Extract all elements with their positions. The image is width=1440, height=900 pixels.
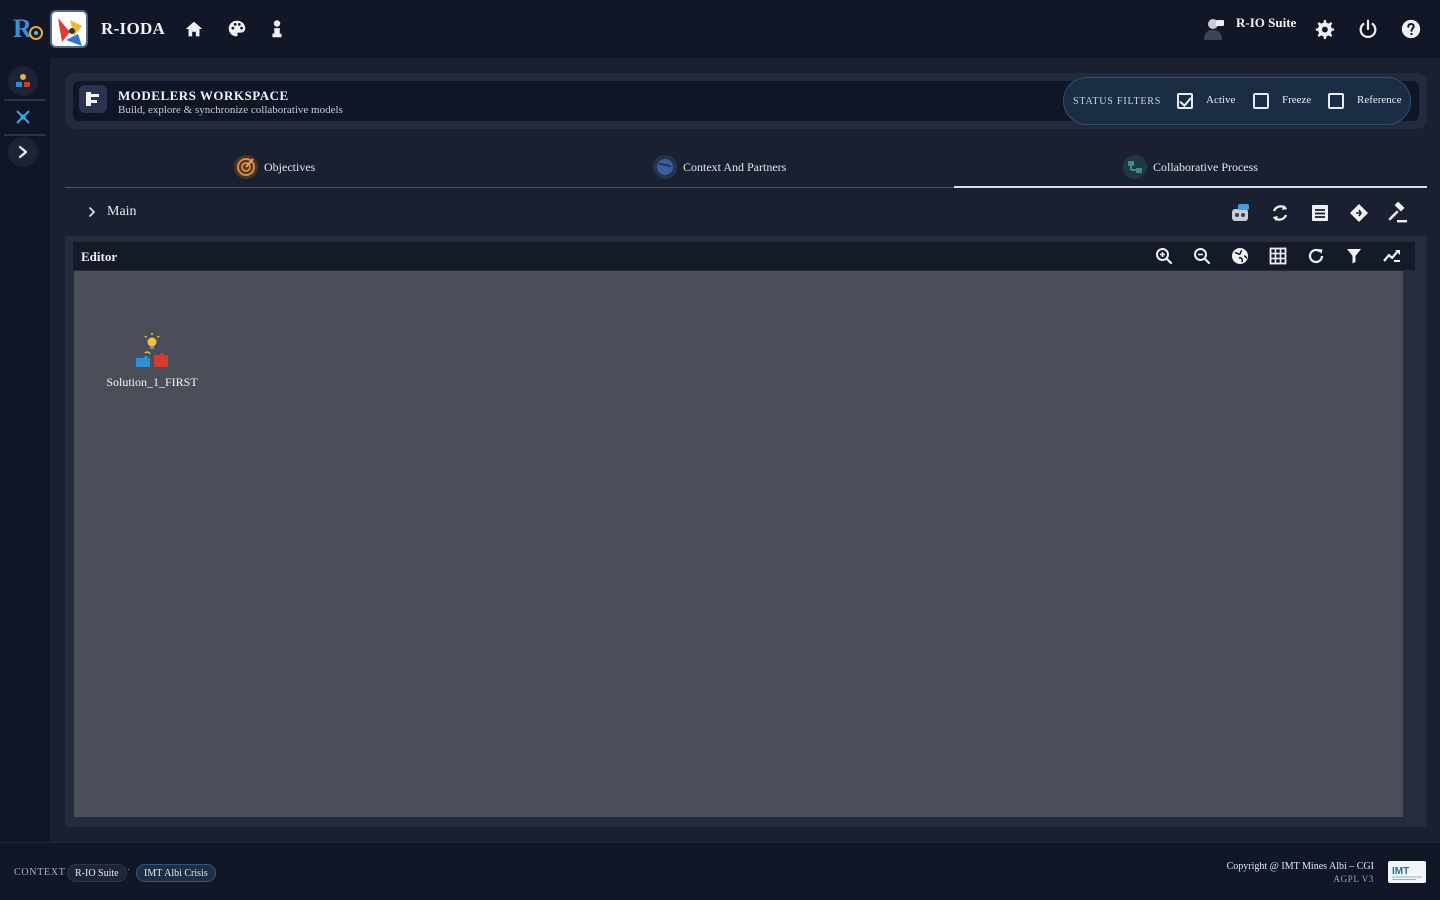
robot-assistant-icon[interactable] (1229, 202, 1251, 224)
globe-icon[interactable] (1231, 247, 1249, 265)
solution-node-label: Solution_1_FIRST (106, 375, 198, 389)
freeze-checkbox[interactable] (1253, 93, 1269, 109)
grid-icon[interactable] (1269, 247, 1287, 265)
editor-panel: Editor Solution_1_FIRST (65, 236, 1427, 827)
gavel-icon[interactable] (1387, 202, 1409, 224)
tab-context-label: Context And Partners (683, 159, 787, 174)
context-label: CONTEXT (14, 867, 66, 878)
active-tab-indicator (954, 186, 1427, 188)
copyright: Copyright @ IMT Mines Albi – CGI AGPL V3 (1227, 861, 1374, 885)
gear-icon[interactable] (1313, 18, 1335, 40)
workspace-subtitle: Build, explore & synchronize collaborati… (118, 104, 343, 116)
filter-icon[interactable] (1345, 247, 1363, 265)
solution-puzzle-icon (136, 333, 168, 367)
zoom-in-icon[interactable] (1155, 247, 1173, 265)
tab-collaborative-label: Collaborative Process (1153, 159, 1258, 174)
diamond-icon[interactable] (1348, 202, 1370, 224)
workspace-title: MODELERS WORKSPACE (118, 88, 289, 103)
workspace-header: MODELERS WORKSPACE Build, explore & sync… (65, 73, 1427, 129)
rail-divider (4, 134, 46, 136)
footer: CONTEXT R-IO Suite · IMT Albi Crisis Cop… (0, 842, 1440, 900)
top-bar: R R-IODA R-IO Suite (0, 0, 1440, 58)
reference-checkbox[interactable] (1328, 93, 1344, 109)
license-text: AGPL V3 (1333, 874, 1374, 884)
context-chip-suite[interactable]: R-IO Suite (67, 864, 127, 882)
breadcrumb: Main (65, 193, 1427, 233)
user-avatar-icon[interactable] (1200, 16, 1226, 42)
breadcrumb-main[interactable]: Main (107, 204, 137, 220)
rio-logo-icon[interactable]: R (12, 12, 44, 44)
help-icon[interactable] (1400, 18, 1422, 40)
chevron-right-icon (18, 145, 28, 159)
chevron-right-icon[interactable] (87, 205, 97, 219)
list-icon[interactable] (1309, 202, 1331, 224)
rail-expand-button[interactable] (8, 137, 38, 167)
copyright-text: Copyright @ IMT Mines Albi – CGI (1226, 861, 1374, 872)
rail-divider (4, 99, 46, 101)
chip-separator: · (127, 865, 131, 876)
target-icon (234, 155, 258, 179)
tab-collaborative-process[interactable]: Collaborative Process (1122, 146, 1258, 188)
left-rail (0, 58, 50, 842)
zoom-out-icon[interactable] (1193, 247, 1211, 265)
palette-icon[interactable] (226, 18, 248, 40)
modeler-icon (16, 74, 30, 87)
tab-bar: Objectives Context And Partners Collabor… (65, 146, 1427, 188)
rail-modeler-button[interactable] (8, 66, 38, 96)
tab-objectives[interactable]: Objectives (233, 146, 315, 188)
svg-text:R: R (13, 14, 32, 43)
sync-icon[interactable] (1269, 202, 1291, 224)
editor-toolbar: Editor (73, 242, 1415, 270)
home-icon[interactable] (183, 18, 205, 40)
app-title: R-IODA (101, 19, 166, 38)
active-checkbox[interactable] (1177, 93, 1193, 109)
editor-canvas[interactable]: Solution_1_FIRST (74, 271, 1403, 817)
imt-logo-icon[interactable]: IMT (1388, 861, 1426, 883)
rioda-app-logo-icon[interactable] (50, 10, 88, 48)
editor-title: Editor (81, 249, 118, 264)
process-icon (1123, 155, 1147, 179)
status-filters: STATUS FILTERS Active Freeze Reference (1063, 77, 1411, 125)
active-label[interactable]: Active (1206, 94, 1235, 106)
user-name[interactable]: R-IO Suite (1236, 15, 1296, 31)
user-pin-icon[interactable] (266, 18, 288, 40)
solution-node[interactable]: Solution_1_FIRST (102, 331, 202, 390)
freeze-label[interactable]: Freeze (1282, 94, 1311, 106)
network-icon (16, 110, 30, 124)
tab-context-and-partners[interactable]: Context And Partners (652, 146, 786, 188)
svg-text:IMT: IMT (1392, 866, 1409, 877)
main-panel: MODELERS WORKSPACE Build, explore & sync… (50, 58, 1440, 842)
trend-icon[interactable] (1383, 247, 1401, 265)
reference-label[interactable]: Reference (1357, 94, 1402, 106)
power-icon[interactable] (1357, 18, 1379, 40)
rail-network-button[interactable] (8, 102, 38, 132)
workspace-hierarchy-icon (79, 85, 107, 113)
status-filters-label: STATUS FILTERS (1073, 96, 1162, 107)
globe-icon (653, 155, 677, 179)
refresh-icon[interactable] (1307, 247, 1325, 265)
tab-objectives-label: Objectives (264, 159, 316, 174)
context-chip-crisis[interactable]: IMT Albi Crisis (136, 864, 216, 882)
